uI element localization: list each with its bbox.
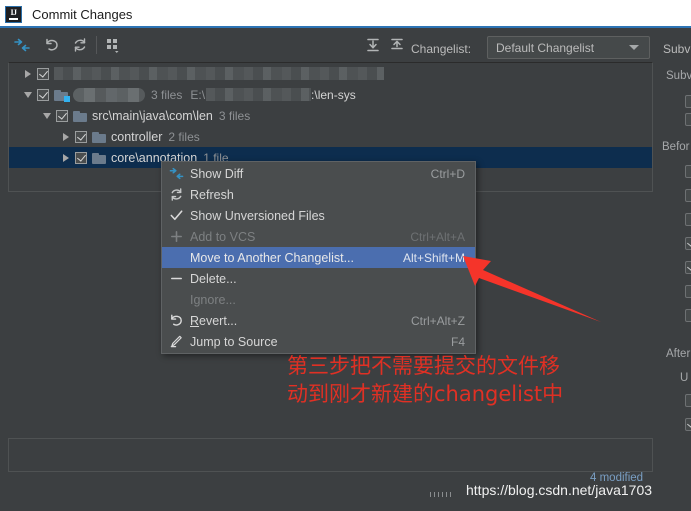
option-checkbox[interactable] xyxy=(685,165,691,178)
option-checkbox[interactable] xyxy=(685,394,691,407)
redacted-label xyxy=(73,87,145,102)
show-diff-icon xyxy=(162,166,190,181)
option-checkbox[interactable] xyxy=(685,113,691,126)
option-checkbox[interactable] xyxy=(685,213,691,226)
table-row[interactable] xyxy=(9,63,652,84)
toolbar-separator xyxy=(96,36,97,54)
menu-item-move-to-another-changelist[interactable]: Move to Another Changelist... Alt+Shift+… xyxy=(162,247,475,268)
collapse-all-icon[interactable] xyxy=(387,36,407,54)
option-checkbox[interactable] xyxy=(685,309,691,322)
menu-item-show-unversioned-files[interactable]: Show Unversioned Files xyxy=(162,205,475,226)
option-checkbox[interactable] xyxy=(685,189,691,202)
folder-icon xyxy=(92,131,106,143)
commit-changes-window: IJ Commit Changes Changelist: Default Ch… xyxy=(0,0,691,511)
menu-item-label: Revert... xyxy=(190,313,238,328)
folder-icon xyxy=(54,89,70,102)
folder-icon xyxy=(73,110,87,122)
menu-item-label: Add to VCS xyxy=(190,229,256,244)
upload-section-label: U xyxy=(680,372,689,384)
row-checkbox[interactable] xyxy=(56,109,68,122)
changelist-label: Changelist: xyxy=(411,42,472,56)
row-label: src\main\java\com\len xyxy=(92,108,213,123)
redacted-label xyxy=(54,67,384,80)
expand-all-icon[interactable] xyxy=(363,36,383,54)
menu-item-delete[interactable]: Delete... xyxy=(162,268,475,289)
context-menu[interactable]: Show Diff Ctrl+D Refresh Show Unversione… xyxy=(161,161,476,354)
collapse-twisty-icon[interactable] xyxy=(21,88,34,101)
menu-item-label: Show Unversioned Files xyxy=(190,208,325,223)
table-row[interactable]: controller 2 files xyxy=(9,126,652,147)
row-checkbox[interactable] xyxy=(37,67,49,80)
menu-item-label: Ignore... xyxy=(190,292,236,307)
option-checkbox[interactable] xyxy=(685,285,691,298)
annotation-line-2: 动到刚才新建的changelist中 xyxy=(287,382,564,406)
expand-twisty-icon[interactable] xyxy=(59,151,72,164)
option-checkbox[interactable] xyxy=(685,95,691,108)
row-checkbox[interactable] xyxy=(75,130,87,143)
redacted-path xyxy=(206,88,312,101)
refresh-icon[interactable] xyxy=(70,36,90,54)
check-icon xyxy=(162,208,190,223)
menu-item-label: Delete... xyxy=(190,271,237,286)
menu-item-label: Refresh xyxy=(190,187,234,202)
row-path-suffix: :\len-sys xyxy=(311,87,356,102)
chevron-down-icon xyxy=(629,45,639,50)
row-count: 3 files xyxy=(151,87,183,102)
after-section-label: After xyxy=(666,348,691,360)
expand-twisty-icon[interactable] xyxy=(59,130,72,143)
option-checkbox[interactable] xyxy=(685,418,691,431)
menu-item-revert[interactable]: Revert... Ctrl+Alt+Z xyxy=(162,310,475,331)
revert-icon xyxy=(162,313,190,328)
intellij-idea-icon: IJ xyxy=(5,5,22,23)
annotation-text: 第三步把不需要提交的文件移 动到刚才新建的changelist中 xyxy=(287,352,563,408)
commit-options-panel: Subv Befor After U xyxy=(658,62,691,482)
commit-message-panel[interactable] xyxy=(8,438,653,472)
table-row[interactable]: 3 files E:\ :\len-sys xyxy=(9,84,652,105)
changelist-dropdown[interactable]: Default Changelist xyxy=(487,36,650,59)
menu-item-shortcut: Alt+Shift+M xyxy=(402,250,465,265)
row-count: 3 files xyxy=(218,108,251,123)
title-bar: IJ Commit Changes xyxy=(0,0,691,28)
menu-item-show-diff[interactable]: Show Diff Ctrl+D xyxy=(162,163,475,184)
folder-icon xyxy=(92,152,106,164)
collapse-twisty-icon[interactable] xyxy=(40,109,53,122)
row-checkbox[interactable] xyxy=(37,88,49,101)
row-checkbox[interactable] xyxy=(75,151,87,164)
table-row[interactable]: src\main\java\com\len 3 files xyxy=(9,105,652,126)
jump-to-source-icon xyxy=(162,334,190,349)
refresh-icon xyxy=(162,187,190,202)
subversion-section-label: Subv xyxy=(666,70,691,82)
option-checkbox[interactable] xyxy=(685,237,691,250)
menu-item-ignore: Ignore... xyxy=(162,289,475,310)
menu-item-shortcut: Ctrl+Alt+A xyxy=(410,229,465,244)
changelist-value: Default Changelist xyxy=(496,40,595,55)
row-count: 2 files xyxy=(168,129,200,144)
subversion-label: Subv xyxy=(663,42,691,56)
minus-icon xyxy=(162,271,190,286)
menu-item-label: Show Diff xyxy=(190,166,244,181)
menu-item-refresh[interactable]: Refresh xyxy=(162,184,475,205)
show-diff-icon[interactable] xyxy=(12,36,32,54)
window-title: Commit Changes xyxy=(32,6,133,22)
revert-icon[interactable] xyxy=(42,36,62,54)
menu-item-shortcut: Ctrl+D xyxy=(430,166,465,181)
annotation-line-1: 第三步把不需要提交的文件移 xyxy=(287,354,560,378)
resize-grip[interactable] xyxy=(430,492,452,497)
before-section-label: Befor xyxy=(662,141,690,153)
row-label: controller xyxy=(111,129,163,144)
option-checkbox[interactable] xyxy=(685,261,691,274)
menu-item-label: Move to Another Changelist... xyxy=(190,250,354,265)
menu-item-shortcut: F4 xyxy=(450,334,465,349)
plus-icon xyxy=(162,229,190,244)
menu-item-jump-to-source[interactable]: Jump to Source F4 xyxy=(162,331,475,352)
toolbar: Changelist: Default Changelist Subv xyxy=(0,28,691,62)
menu-item-add-to-vcs: Add to VCS Ctrl+Alt+A xyxy=(162,226,475,247)
expand-twisty-icon[interactable] xyxy=(21,67,34,80)
group-by-icon[interactable] xyxy=(103,36,123,54)
row-path-prefix: E:\ xyxy=(190,87,206,102)
menu-item-label: Jump to Source xyxy=(190,334,278,349)
watermark-text: https://blog.csdn.net/java1703 xyxy=(466,482,653,498)
menu-item-shortcut: Ctrl+Alt+Z xyxy=(410,313,465,328)
